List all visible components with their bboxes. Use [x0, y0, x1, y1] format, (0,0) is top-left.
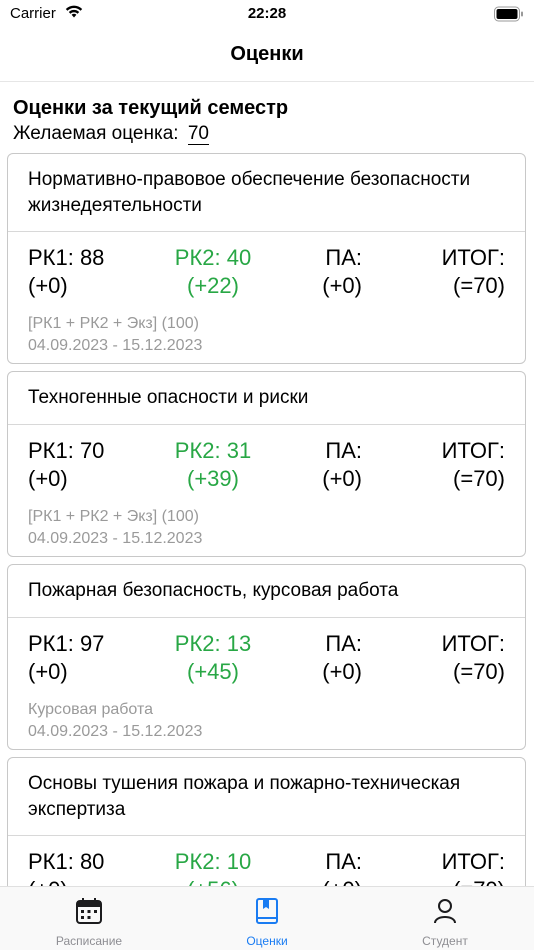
course-name: Нормативно-правовое обеспечение безопасн… — [8, 154, 525, 232]
tab-schedule[interactable]: Расписание — [0, 887, 178, 950]
total-value: (=70) — [408, 876, 505, 886]
rk1-delta: (+0) — [28, 876, 104, 886]
rk1-column: РК1: 88 (+0) — [28, 244, 104, 300]
grading-formula: Курсовая работа — [28, 701, 153, 718]
course-dates: 04.09.2023 - 15.12.2023 — [28, 337, 203, 354]
rk2-score: РК2: 31 — [174, 438, 252, 463]
pa-score: ПА: — [325, 631, 362, 656]
pa-delta: (+0) — [322, 659, 362, 684]
desired-grade-label: Желаемая оценка: — [13, 123, 179, 144]
total-value: (=70) — [453, 466, 505, 491]
rk1-score: РК1: 70 — [28, 438, 105, 463]
rk1-column: РК1: 70 (+0) — [28, 437, 104, 493]
book-icon — [256, 898, 278, 924]
course-card[interactable]: Техногенные опасности и риски РК1: 70 (+… — [7, 371, 526, 557]
total-column: ИТОГ: (=70) — [408, 848, 505, 886]
total-value: (=70) — [453, 273, 505, 298]
tab-grades[interactable]: Оценки — [178, 887, 356, 950]
calendar-icon — [76, 898, 102, 924]
rk1-delta: (+0) — [28, 466, 68, 491]
tab-schedule-label: Расписание — [55, 934, 123, 948]
desired-grade-row: Желаемая оценка: 70 — [13, 123, 209, 145]
rk1-score: РК1: 97 — [28, 631, 105, 656]
total-value: (=70) — [453, 659, 505, 684]
rk2-score: РК2: 10 — [174, 849, 252, 874]
pa-column: ПА: (+0) — [298, 630, 362, 686]
rk1-delta: (+0) — [28, 659, 68, 684]
person-icon — [434, 899, 456, 924]
rk1-column: РК1: 97 (+0) — [28, 630, 104, 686]
total-column: ИТОГ: (=70) — [408, 244, 505, 300]
pa-column: ПА: (+0) — [298, 437, 362, 493]
pa-column: ПА: (+0) — [298, 244, 362, 300]
total-label: ИТОГ: — [441, 438, 505, 463]
course-dates: 04.09.2023 - 15.12.2023 — [28, 530, 203, 547]
status-bar: Carrier 22:28 — [0, 0, 534, 30]
tab-student[interactable]: Студент — [356, 887, 534, 950]
tab-student-label: Студент — [422, 934, 468, 948]
total-column: ИТОГ: (=70) — [408, 437, 505, 493]
total-label: ИТОГ: — [441, 849, 505, 874]
course-name: Основы тушения пожара и пожарно-техничес… — [8, 758, 525, 836]
rk1-delta: (+0) — [28, 273, 68, 298]
rk2-delta: (+56) — [158, 876, 268, 886]
rk2-column: РК2: 13 (+45) — [158, 630, 268, 686]
tab-grades-label: Оценки — [246, 934, 288, 948]
total-column: ИТОГ: (=70) — [408, 630, 505, 686]
rk2-column: РК2: 31 (+39) — [158, 437, 268, 493]
rk1-score: РК1: 80 — [28, 849, 105, 874]
grading-formula: [РК1 + РК2 + Экз] (100) — [28, 315, 199, 332]
rk2-delta: (+45) — [187, 659, 239, 684]
rk1-column: РК1: 80 (+0) — [28, 848, 104, 886]
course-card[interactable]: Основы тушения пожара и пожарно-техничес… — [7, 757, 526, 886]
page-title: Оценки — [230, 43, 304, 65]
rk2-delta: (+39) — [187, 466, 239, 491]
grading-formula: [РК1 + РК2 + Экз] (100) — [28, 508, 199, 525]
course-name: Техногенные опасности и риски — [8, 372, 525, 425]
total-label: ИТОГ: — [441, 245, 505, 270]
tab-bar: Расписание Оценки Студент — [0, 886, 534, 950]
rk2-delta: (+22) — [187, 273, 239, 298]
pa-delta: (+0) — [298, 876, 362, 886]
rk2-score: РК2: 13 — [174, 631, 252, 656]
pa-delta: (+0) — [322, 273, 362, 298]
navigation-bar: Оценки — [0, 30, 534, 82]
rk2-column: РК2: 10 (+56) — [158, 848, 268, 886]
rk2-score: РК2: 40 — [174, 245, 252, 270]
section-title: Оценки за текущий семестр — [13, 97, 289, 119]
clock: 22:28 — [247, 5, 287, 22]
pa-score: ПА: — [325, 438, 362, 463]
rk1-score: РК1: 88 — [28, 245, 105, 270]
course-dates: 04.09.2023 - 15.12.2023 — [28, 723, 203, 740]
desired-grade-input[interactable]: 70 — [187, 124, 209, 145]
total-label: ИТОГ: — [441, 631, 505, 656]
battery-icon — [494, 6, 523, 22]
pa-score: ПА: — [325, 245, 362, 270]
course-card[interactable]: Нормативно-правовое обеспечение безопасн… — [7, 153, 526, 364]
pa-column: ПА: (+0) — [298, 848, 362, 886]
course-card[interactable]: Пожарная безопасность, курсовая работа Р… — [7, 564, 526, 750]
rk2-column: РК2: 40 (+22) — [158, 244, 268, 300]
pa-delta: (+0) — [322, 466, 362, 491]
grades-content[interactable]: Оценки за текущий семестр Желаемая оценк… — [0, 83, 534, 886]
course-name: Пожарная безопасность, курсовая работа — [8, 565, 525, 618]
pa-score: ПА: — [325, 849, 362, 874]
